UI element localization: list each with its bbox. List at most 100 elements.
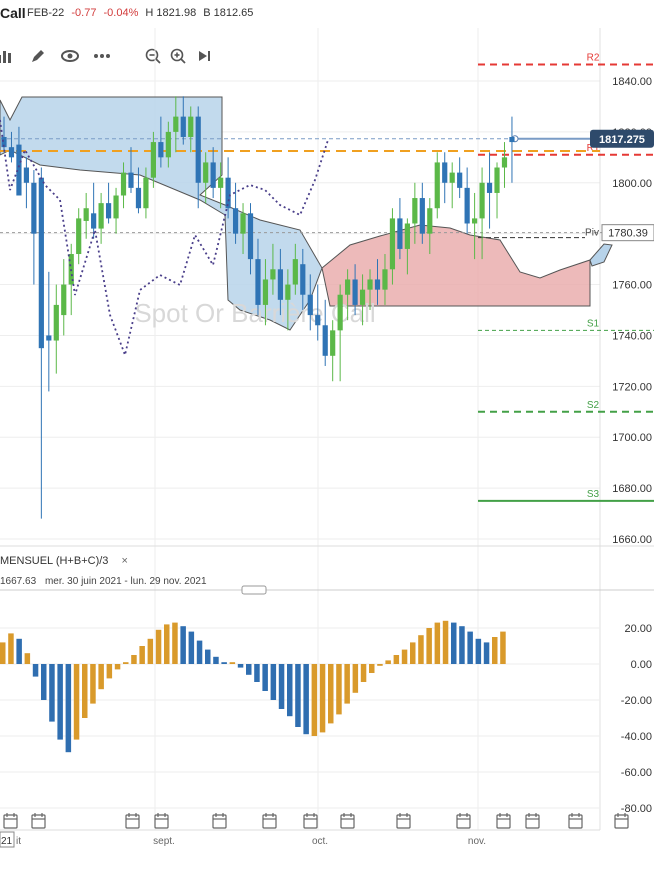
osc-bar xyxy=(467,631,473,664)
candle-body xyxy=(195,116,201,183)
calendar-icon xyxy=(303,813,318,829)
indicator-title: MENSUEL (H+B+C)/3 xyxy=(0,555,109,567)
osc-bar xyxy=(451,622,457,664)
indicator-title-bar: MENSUEL (H+B+C)/3 × xyxy=(0,555,128,567)
close-icon[interactable]: × xyxy=(121,555,127,567)
price-tick: 1800.00 xyxy=(612,178,652,190)
last-price-value: 1817.275 xyxy=(599,134,645,146)
candle-body xyxy=(46,335,52,341)
osc-bar xyxy=(328,664,334,724)
osc-bar xyxy=(172,622,178,664)
level-label-pivot: Piv xyxy=(585,228,599,239)
calendar-icon xyxy=(154,813,169,829)
osc-bar xyxy=(295,664,301,727)
osc-bar xyxy=(131,655,137,664)
osc-bar xyxy=(237,664,244,668)
candle-body xyxy=(128,172,134,188)
candle-body xyxy=(165,131,171,158)
candle-body xyxy=(412,198,418,224)
candle-body xyxy=(449,172,455,183)
price-tick: 1720.00 xyxy=(612,381,652,393)
candle-body xyxy=(247,213,254,260)
osc-bar xyxy=(426,628,432,664)
osc-tick: -20.00 xyxy=(621,695,652,707)
candle-body xyxy=(359,289,366,305)
candle-body xyxy=(270,269,276,280)
osc-bar xyxy=(278,664,285,709)
price-tick: 1700.00 xyxy=(612,432,652,444)
indicator-subtitle: 1667.63 mer. 30 juin 2021 - lun. 29 nov.… xyxy=(0,576,207,587)
panel-resize-handle xyxy=(241,585,267,595)
candle-body xyxy=(225,177,231,209)
osc-bar xyxy=(410,642,416,664)
osc-tick: -40.00 xyxy=(621,731,652,743)
candle-body xyxy=(397,218,403,249)
level-label-s2: S2 xyxy=(587,400,600,411)
osc-bar xyxy=(123,662,129,664)
candle-body xyxy=(218,177,224,188)
candle-body xyxy=(240,213,246,234)
calendar-icon xyxy=(212,813,227,829)
osc-bar xyxy=(418,635,424,664)
candle-body xyxy=(494,167,500,193)
cloud-edge xyxy=(589,243,613,267)
candle-body xyxy=(427,208,433,234)
osc-bar xyxy=(401,649,408,664)
osc-bar xyxy=(16,638,22,664)
candle-body xyxy=(173,116,179,132)
osc-bar xyxy=(393,655,400,664)
candle-body xyxy=(442,162,448,183)
candle-body xyxy=(337,294,343,331)
price-chart[interactable]: Spot Or Barrière Call R2R1S1S2S3Piv 1840… xyxy=(0,0,654,879)
osc-bar xyxy=(98,664,104,690)
osc-bar xyxy=(475,638,482,664)
candle-body xyxy=(374,279,381,290)
candle-body xyxy=(150,142,156,178)
candle-body xyxy=(232,208,239,234)
indicator-range: mer. 30 juin 2021 - lun. 29 nov. 2021 xyxy=(44,576,207,587)
osc-bar xyxy=(246,664,252,675)
candle-body xyxy=(143,177,149,209)
calendar-icon xyxy=(125,813,140,829)
osc-bar xyxy=(32,664,39,677)
indicator-value: 1667.63 xyxy=(0,576,37,587)
calendar-icon xyxy=(340,813,355,829)
osc-bar xyxy=(262,664,268,691)
candle-body xyxy=(404,223,410,249)
candle-body xyxy=(210,162,216,188)
candle-body xyxy=(486,182,493,193)
time-axis: 21 it sept. oct. nov. xyxy=(0,813,629,848)
candle-body xyxy=(38,177,44,349)
osc-bar xyxy=(147,638,154,664)
osc-bar xyxy=(73,664,80,740)
osc-bar xyxy=(65,664,72,753)
osc-bar xyxy=(344,664,350,704)
calendar-icon xyxy=(568,813,583,829)
time-label: it xyxy=(16,836,21,847)
candle-body xyxy=(330,330,336,356)
calendar-icon xyxy=(525,813,540,829)
candle-body xyxy=(382,269,388,290)
candle-body xyxy=(479,182,485,219)
osc-tick: 20.00 xyxy=(624,623,652,635)
candle-body xyxy=(352,279,358,305)
pivot-value: 1780.39 xyxy=(608,228,648,240)
candle-body xyxy=(23,167,30,183)
candle-body xyxy=(98,203,104,229)
osc-bar xyxy=(336,664,342,715)
osc-bar xyxy=(164,624,170,664)
calendar-icon xyxy=(31,813,46,829)
candle-body xyxy=(300,264,306,295)
candle-body xyxy=(345,279,351,295)
osc-bar xyxy=(49,664,55,722)
level-label-s1: S1 xyxy=(587,318,600,329)
osc-bar xyxy=(311,664,318,736)
candle-body xyxy=(158,142,164,158)
osc-bar xyxy=(287,664,293,717)
candle-body xyxy=(180,116,186,137)
osc-bar xyxy=(377,664,383,666)
osc-bar xyxy=(106,664,113,679)
osc-tick: -60.00 xyxy=(621,767,652,779)
osc-bar xyxy=(82,664,88,718)
osc-bar xyxy=(90,664,96,704)
